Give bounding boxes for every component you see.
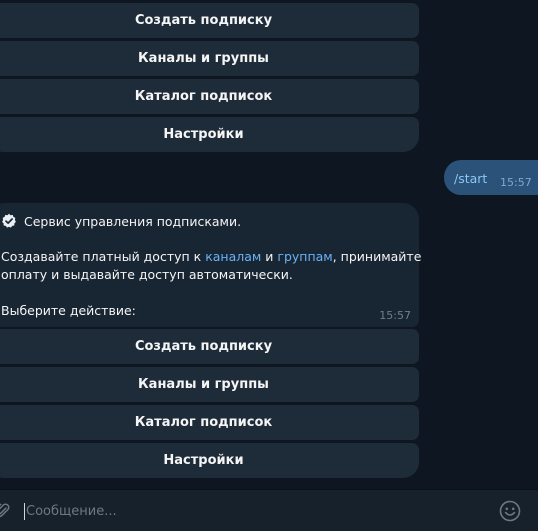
text-fragment: , принимайте [332,249,422,264]
settings-button[interactable]: Настройки [0,117,419,152]
outgoing-message: /start 15:57 [444,160,538,195]
service-title-text: Сервис управления подписками. [24,213,242,229]
message-composer [0,489,538,531]
incoming-message: Сервис управления подписками. Создавайте… [0,203,421,327]
subscription-catalog-button[interactable]: Каталог подписок [0,405,419,440]
channels-groups-button[interactable]: Каналы и группы [0,41,419,76]
message-time: 15:57 [500,176,532,189]
channels-link[interactable]: каналам [205,249,261,264]
text-caret [24,503,25,520]
emoji-icon[interactable] [499,500,521,522]
message-line-2: Создавайте платный доступ к каналам и гр… [1,249,421,264]
paperclip-icon[interactable] [0,501,10,521]
text-fragment: Создавайте платный доступ к [1,249,206,264]
text-fragment: и [261,249,278,264]
settings-button[interactable]: Настройки [0,443,419,478]
message-line-4: Выберите действие: [1,303,136,318]
message-time: 15:57 [379,309,411,322]
message-input[interactable] [26,499,466,523]
subscription-catalog-button[interactable]: Каталог подписок [0,79,419,114]
chat-area: Создать подписку Каналы и группы Каталог… [0,0,538,489]
create-subscription-button[interactable]: Создать подписку [0,3,419,38]
start-command-link[interactable]: /start [454,171,487,186]
message-line-3: оплату и выдавайте доступ автоматически. [1,267,293,282]
channels-groups-button[interactable]: Каналы и группы [0,367,419,402]
verified-check-icon [1,213,17,229]
groups-link[interactable]: группам [277,249,332,264]
message-line-1: Сервис управления подписками. [1,213,241,229]
create-subscription-button[interactable]: Создать подписку [0,329,419,364]
